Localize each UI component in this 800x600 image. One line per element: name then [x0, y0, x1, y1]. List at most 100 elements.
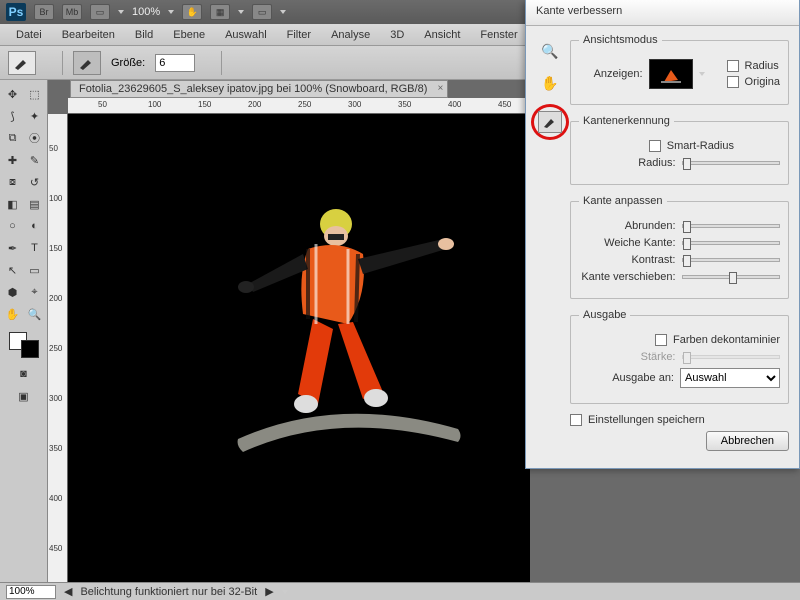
- radius-slider[interactable]: [682, 161, 781, 165]
- radius-checkbox[interactable]: [727, 60, 739, 72]
- shift-slider[interactable]: [682, 275, 781, 279]
- ruler-vertical: 50100150200250300350400450: [48, 114, 68, 582]
- chevron-down-icon[interactable]: [280, 10, 286, 14]
- brush-icon: [13, 56, 31, 70]
- brush-icon: [78, 56, 96, 70]
- chevron-down-icon[interactable]: [118, 10, 124, 14]
- smooth-slider[interactable]: [682, 224, 781, 228]
- remember-checkbox[interactable]: [570, 414, 582, 426]
- move-tool[interactable]: ✥: [3, 84, 23, 104]
- status-message: Belichtung funktioniert nur bei 32-Bit: [80, 586, 257, 598]
- hand-tool[interactable]: ✋: [3, 304, 23, 324]
- close-icon[interactable]: ×: [438, 83, 444, 94]
- view-mode-legend: Ansichtsmodus: [579, 34, 662, 46]
- chevron-down-icon[interactable]: [168, 10, 174, 14]
- select-tool[interactable]: ⬚: [25, 84, 45, 104]
- zoom-level[interactable]: 100%: [132, 6, 160, 18]
- pen-tool[interactable]: ✒: [3, 238, 23, 258]
- contrast-label: Kontrast:: [579, 254, 676, 266]
- heal-tool[interactable]: ✚: [3, 150, 23, 170]
- menu-ebene[interactable]: Ebene: [165, 26, 213, 44]
- history-brush-tool[interactable]: ↺: [25, 172, 45, 192]
- snowboarder-image: [208, 194, 488, 494]
- radius-label: Radius:: [579, 157, 676, 169]
- menu-ansicht[interactable]: Ansicht: [416, 26, 468, 44]
- shift-label: Kante verschieben:: [579, 271, 676, 283]
- 3d-tool[interactable]: ⬢: [3, 282, 23, 302]
- arrange-icon[interactable]: ▦: [210, 4, 230, 20]
- menu-fenster[interactable]: Fenster: [472, 26, 525, 44]
- chevron-down-icon[interactable]: [282, 590, 288, 594]
- edge-detection-legend: Kantenerkennung: [579, 115, 674, 127]
- stamp-tool[interactable]: ⧇: [3, 172, 23, 192]
- amount-slider: [682, 355, 781, 359]
- hand-icon[interactable]: ✋: [182, 4, 202, 20]
- cancel-button[interactable]: Abbrechen: [706, 431, 789, 451]
- menu-filter[interactable]: Filter: [279, 26, 319, 44]
- chevron-down-icon[interactable]: [238, 10, 244, 14]
- hand-tool-icon[interactable]: ✋: [538, 72, 562, 94]
- path-tool[interactable]: ↖: [3, 260, 23, 280]
- radius-chk-label: Radius: [745, 60, 779, 72]
- canvas[interactable]: [68, 114, 530, 582]
- menu-3d[interactable]: 3D: [382, 26, 412, 44]
- edge-detection-section: Kantenerkennung Smart-Radius Radius:: [570, 115, 789, 185]
- bridge-icon[interactable]: Br: [34, 4, 54, 20]
- view-thumbnail[interactable]: [649, 59, 693, 89]
- remember-label: Einstellungen speichern: [588, 414, 705, 426]
- blur-tool[interactable]: ○: [3, 216, 23, 236]
- crop-tool[interactable]: ⧉: [3, 128, 23, 148]
- brush-preview[interactable]: [73, 51, 101, 75]
- adjust-edge-legend: Kante anpassen: [579, 195, 667, 207]
- menu-bearbeiten[interactable]: Bearbeiten: [54, 26, 123, 44]
- eraser-tool[interactable]: ◧: [3, 194, 23, 214]
- smooth-label: Abrunden:: [579, 220, 676, 232]
- wand-tool[interactable]: ✦: [25, 106, 45, 126]
- screen-mode-icon[interactable]: ▭: [90, 4, 110, 20]
- screen-icon[interactable]: ▭: [252, 4, 272, 20]
- smart-radius-checkbox[interactable]: [649, 140, 661, 152]
- contrast-slider[interactable]: [682, 258, 781, 262]
- zoom-tool[interactable]: 🔍: [25, 304, 45, 324]
- menu-bild[interactable]: Bild: [127, 26, 161, 44]
- chevron-down-icon[interactable]: [46, 61, 52, 65]
- adjust-edge-section: Kante anpassen Abrunden: Weiche Kante: K…: [570, 195, 789, 299]
- highlighted-brush-tool: [531, 104, 569, 140]
- original-checkbox[interactable]: [727, 76, 739, 88]
- size-label: Größe:: [111, 57, 145, 69]
- refine-brush-tool[interactable]: [538, 111, 562, 133]
- tool-preset-icon[interactable]: [8, 51, 36, 75]
- screenmode-tool[interactable]: ▣: [14, 386, 34, 406]
- eyedropper-tool[interactable]: ⦿: [25, 128, 45, 148]
- zoom-tool-icon[interactable]: 🔍: [538, 40, 562, 62]
- output-legend: Ausgabe: [579, 309, 630, 321]
- gradient-tool[interactable]: ▤: [25, 194, 45, 214]
- menu-datei[interactable]: Datei: [8, 26, 50, 44]
- output-to-label: Ausgabe an:: [579, 372, 674, 384]
- shape-tool[interactable]: ▭: [25, 260, 45, 280]
- dodge-tool[interactable]: ◐: [25, 216, 45, 236]
- nav-prev-icon[interactable]: ◀: [64, 585, 72, 598]
- smart-radius-label: Smart-Radius: [667, 140, 734, 152]
- show-label: Anzeigen:: [579, 68, 643, 80]
- output-select[interactable]: Auswahl: [680, 368, 780, 388]
- brush-tool[interactable]: ✎: [25, 150, 45, 170]
- document-tab[interactable]: Fotolia_23629605_S_aleksey ipatov.jpg be…: [70, 80, 448, 98]
- menu-analyse[interactable]: Analyse: [323, 26, 378, 44]
- minibridge-icon[interactable]: Mb: [62, 4, 82, 20]
- color-swatch[interactable]: [9, 332, 39, 358]
- quickmask-tool[interactable]: ◙: [14, 364, 34, 384]
- chevron-down-icon[interactable]: [699, 72, 705, 76]
- chevron-down-icon[interactable]: [205, 61, 211, 65]
- decontaminate-checkbox[interactable]: [655, 334, 667, 346]
- status-zoom-input[interactable]: [6, 585, 56, 599]
- original-chk-label: Origina: [745, 76, 780, 88]
- lasso-tool[interactable]: ⟆: [3, 106, 23, 126]
- camera-tool[interactable]: ⌖: [25, 282, 45, 302]
- menu-auswahl[interactable]: Auswahl: [217, 26, 275, 44]
- feather-slider[interactable]: [682, 241, 781, 245]
- nav-next-icon[interactable]: ▶: [265, 585, 273, 598]
- feather-label: Weiche Kante:: [579, 237, 676, 249]
- size-input[interactable]: [155, 54, 195, 72]
- type-tool[interactable]: T: [25, 238, 45, 258]
